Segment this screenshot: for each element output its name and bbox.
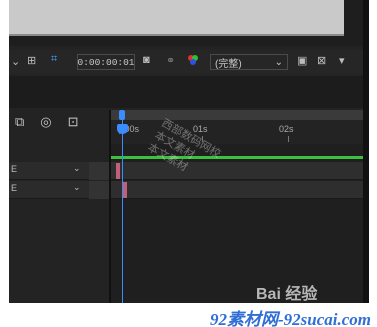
chevron-down-icon[interactable]: ⌄ — [73, 182, 81, 193]
channel-color-icon[interactable] — [187, 54, 199, 66]
baidu-jingyan-logo: Bai 经验 — [256, 286, 318, 303]
layer-row[interactable]: E ⌄ — [9, 162, 109, 180]
work-area-start-handle[interactable] — [119, 110, 125, 120]
footer-bar: 92素材网-92sucai.com — [0, 303, 377, 327]
vertical-scrollbar[interactable] — [363, 0, 369, 303]
resolution-value: (完整) — [215, 58, 242, 70]
layer-parent-box[interactable] — [89, 162, 109, 180]
region-of-interest-icon[interactable]: ⌗ — [51, 53, 57, 66]
timeline-switches: ⧉ ◎ ⊡ — [15, 114, 79, 130]
layer-in-point[interactable] — [116, 163, 120, 179]
work-area-bar[interactable] — [111, 110, 363, 120]
snapshot-camera-icon[interactable]: ◙ — [143, 54, 150, 66]
show-snapshot-icon[interactable]: ⚭ — [166, 54, 175, 67]
layer-label: E — [11, 164, 18, 174]
timeline-panel: ⧉ ◎ ⊡ E ⌄ E ⌄ ):00s 01s 02s 西部数码网校 本文素材 … — [9, 110, 363, 303]
work-area-indicator — [111, 156, 363, 159]
transparency-grid-icon[interactable]: ⊠ — [317, 54, 326, 67]
composition-canvas — [9, 0, 344, 36]
composition-viewer — [9, 0, 363, 46]
motion-blur-icon[interactable]: ◎ — [40, 114, 51, 130]
chevron-down-icon[interactable]: ⌄ — [11, 55, 20, 68]
tick-label: 02s — [279, 124, 294, 134]
more-icon[interactable]: ▾ — [339, 54, 345, 67]
timecode-field[interactable]: 0:00:00:01 — [77, 54, 135, 70]
layer-controls: ⧉ ◎ ⊡ E ⌄ E ⌄ — [9, 110, 109, 303]
grid-guides-icon[interactable]: ⊞ — [27, 54, 36, 67]
chevron-down-icon: ⌄ — [274, 56, 283, 68]
panel-separator — [9, 76, 363, 108]
time-ruler[interactable]: ):00s 01s 02s — [111, 110, 363, 144]
resolution-select[interactable]: (完整) ⌄ — [210, 54, 288, 70]
chevron-down-icon[interactable]: ⌄ — [73, 163, 81, 174]
ae-window: ⌄ ⊞ ⌗ 0:00:00:01 ◙ ⚭ (完整) ⌄ ▣ ⊠ ▾ ⧉ ◎ ⊡ … — [9, 0, 369, 303]
layer-track[interactable] — [111, 181, 363, 199]
timeline-tracks: ):00s 01s 02s 西部数码网校 本文素材 本文素材 — [111, 110, 363, 303]
ruler-tick — [288, 136, 289, 142]
layer-track[interactable] — [111, 162, 363, 180]
viewer-toolbar: ⌄ ⊞ ⌗ 0:00:00:01 ◙ ⚭ (完整) ⌄ ▣ ⊠ ▾ — [9, 50, 363, 74]
layer-label: E — [11, 183, 18, 193]
graph-editor-icon[interactable]: ⊡ — [68, 114, 79, 130]
draft-3d-icon[interactable]: ⧉ — [15, 114, 24, 130]
fast-preview-icon[interactable]: ▣ — [297, 54, 307, 67]
layer-row[interactable]: E ⌄ — [9, 181, 109, 199]
layer-parent-box[interactable] — [89, 181, 109, 199]
layer-in-point[interactable] — [123, 182, 127, 198]
playhead-line — [122, 120, 123, 303]
site-watermark: 92素材网-92sucai.com — [209, 310, 371, 327]
